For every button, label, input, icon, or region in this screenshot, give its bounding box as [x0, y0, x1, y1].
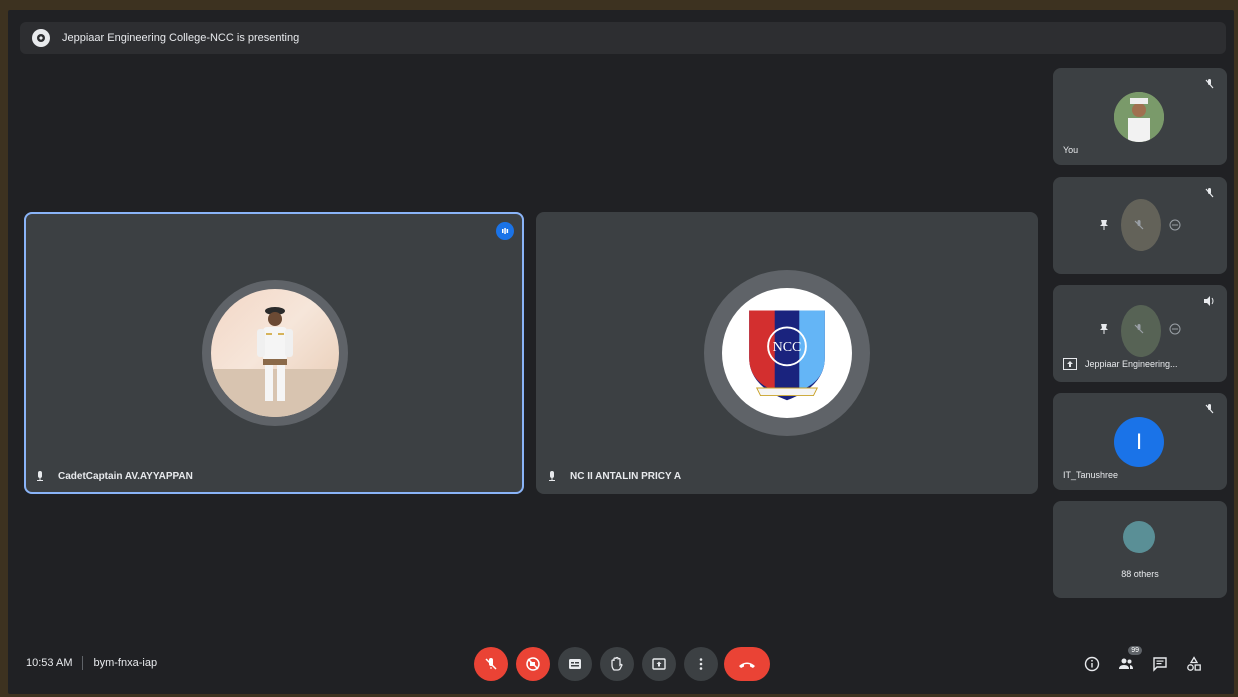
- side-tile-tanushree[interactable]: I IT_Tanushree: [1053, 393, 1227, 490]
- clock: 10:53 AM: [26, 657, 73, 669]
- side-tile-others[interactable]: 88 others: [1053, 501, 1227, 598]
- participant-name-label: CadetCaptain AV.AYYAPPAN: [34, 470, 193, 482]
- mic-off-icon: [485, 658, 497, 670]
- avatar-photo: [211, 289, 339, 417]
- mic-off-icon: [1205, 188, 1214, 198]
- avatar-initial: I: [1114, 417, 1164, 467]
- activities-button[interactable]: [1184, 654, 1204, 674]
- present-screen-icon: [652, 658, 666, 670]
- hand-icon: [611, 656, 623, 671]
- camera-toggle-button[interactable]: [516, 647, 550, 681]
- mic-off-icon: [34, 470, 46, 482]
- activities-icon: [1187, 656, 1201, 671]
- camera-off-icon: [526, 657, 540, 671]
- ncc-logo-text: NCC: [772, 340, 802, 355]
- control-bar: 10:53 AM bym-fnxa-iap 99: [8, 630, 1234, 694]
- chat-button[interactable]: [1150, 654, 1170, 674]
- mic-off-icon: [546, 470, 558, 482]
- meeting-code: bym-fnxa-iap: [93, 657, 158, 669]
- remove-icon[interactable]: [1169, 219, 1181, 231]
- info-icon: [1084, 656, 1100, 672]
- captions-icon: [569, 659, 581, 669]
- mic-off-icon[interactable]: [1133, 323, 1145, 335]
- side-tile-you[interactable]: You: [1053, 68, 1227, 165]
- speaking-indicator-icon: [496, 222, 514, 240]
- side-tile-presentation[interactable]: Jeppiaar Engineering...: [1053, 285, 1227, 382]
- present-icon: [32, 29, 50, 47]
- side-tile-label: IT_Tanushree: [1063, 470, 1119, 480]
- present-screen-icon: [1063, 358, 1077, 370]
- chat-icon: [1153, 657, 1167, 672]
- participant-name-label: NC II ANTALIN PRICY A: [546, 470, 681, 482]
- volume-icon: [1204, 296, 1214, 306]
- mic-off-icon[interactable]: [1133, 219, 1145, 231]
- more-options-button[interactable]: [684, 647, 718, 681]
- people-button[interactable]: 99: [1116, 646, 1142, 674]
- people-icon: [1119, 658, 1133, 669]
- participant-tile-ayyappan[interactable]: CadetCaptain AV.AYYAPPAN: [24, 212, 524, 494]
- presenting-text: Jeppiaar Engineering College-NCC is pres…: [62, 32, 300, 44]
- people-count-badge: 99: [1128, 646, 1142, 655]
- mic-off-icon: [1205, 404, 1214, 414]
- remove-icon[interactable]: [1169, 323, 1181, 335]
- others-count-label: 88 others: [1121, 569, 1159, 579]
- mic-off-icon: [1205, 79, 1214, 89]
- more-vert-icon: [699, 658, 703, 670]
- captions-button[interactable]: [558, 647, 592, 681]
- side-tile-participant[interactable]: [1053, 177, 1227, 274]
- side-tile-label: You: [1063, 145, 1079, 155]
- divider: [82, 656, 84, 670]
- avatar: [202, 280, 348, 426]
- raise-hand-button[interactable]: [600, 647, 634, 681]
- participant-tile-antalin[interactable]: NCC NC II ANTALIN PRICY A: [536, 212, 1038, 494]
- pin-icon[interactable]: [1099, 323, 1109, 335]
- mic-toggle-button[interactable]: [474, 647, 508, 681]
- avatar: NCC: [704, 270, 870, 436]
- meet-window: Jeppiaar Engineering College-NCC is pres…: [8, 10, 1234, 694]
- leave-call-button[interactable]: [724, 647, 770, 681]
- presentation-label: Jeppiaar Engineering...: [1063, 358, 1178, 370]
- meeting-details-button[interactable]: [1082, 654, 1102, 674]
- meeting-info: 10:53 AM bym-fnxa-iap: [26, 656, 157, 670]
- pin-icon[interactable]: [1099, 219, 1109, 231]
- avatar: [1123, 521, 1155, 553]
- hang-up-icon: [739, 662, 755, 668]
- ncc-logo: NCC: [722, 288, 852, 418]
- present-button[interactable]: [642, 647, 676, 681]
- avatar: [1114, 92, 1164, 142]
- presenting-banner[interactable]: Jeppiaar Engineering College-NCC is pres…: [20, 22, 1226, 54]
